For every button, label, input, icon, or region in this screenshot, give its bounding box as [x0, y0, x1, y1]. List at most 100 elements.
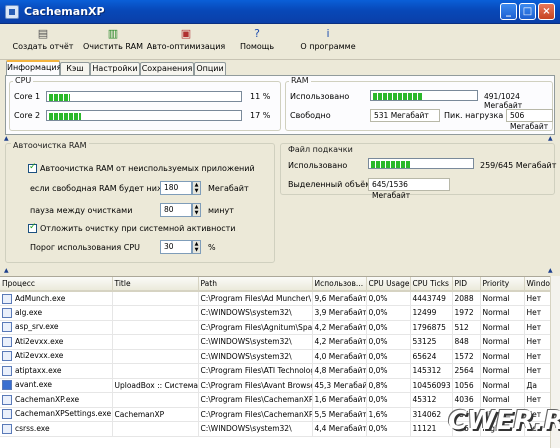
report-icon: ▤: [37, 27, 49, 40]
table-cell: 1972: [452, 305, 481, 321]
delay-checkbox[interactable]: [28, 222, 37, 233]
cpu-threshold-stepper[interactable]: ▲ ▼: [192, 240, 201, 254]
process-name: CachemanXP.exe: [15, 394, 80, 404]
auto-clean-checkbox[interactable]: [28, 162, 37, 173]
table-cell: Normal: [480, 363, 525, 379]
table-row[interactable]: atiptaxx.exe C:\Program Files\ATI Technol…: [0, 363, 550, 379]
ram-free-label: Свободно: [290, 111, 331, 120]
table-cell: [112, 421, 199, 437]
expand-down-icon[interactable]: ▲: [4, 267, 9, 275]
info-icon: i: [326, 27, 330, 40]
table-cell: 1,6%: [366, 407, 411, 422]
column-header[interactable]: Path: [198, 277, 313, 292]
table-cell: 145312: [410, 363, 453, 379]
tab-cache[interactable]: Кэш: [60, 62, 90, 75]
column-header[interactable]: Использов...: [312, 277, 367, 292]
table-cell: C:\WINDOWS\system32\: [198, 421, 313, 437]
auto-optimize-label: Авто-оптимизация: [146, 42, 226, 51]
interval-input[interactable]: 80: [160, 203, 192, 217]
table-cell: [112, 349, 199, 364]
maximize-button[interactable]: □: [519, 3, 536, 20]
threshold-stepper[interactable]: ▲ ▼: [192, 181, 201, 195]
table-header: Процесс Title Path Использов... CPU Usage CPU…: [0, 277, 550, 292]
interval-label: пауза между очистками: [30, 206, 133, 215]
auto-clean-title: Автоочистка RAM: [11, 141, 89, 150]
about-button[interactable]: i О программе: [288, 24, 368, 60]
help-button[interactable]: ? Помощь: [226, 24, 288, 60]
collapse-up-icon[interactable]: ▲: [4, 135, 9, 143]
table-cell: atiptaxx.exe: [0, 363, 113, 379]
column-header[interactable]: Процесс: [0, 277, 113, 292]
table-cell: 3,9 Мегабайт: [312, 305, 367, 321]
process-icon: [2, 336, 12, 347]
table-row[interactable]: alg.exe C:\WINDOWS\system32\ 3,9 Мегабайт 0…: [0, 305, 550, 321]
table-cell: Normal: [480, 305, 525, 321]
cpu-group: [9, 81, 281, 131]
table-cell: C:\Program Files\Ad Muncher\: [198, 291, 313, 306]
process-name: alg.exe: [15, 307, 43, 317]
cpu-threshold-input[interactable]: 30: [160, 240, 192, 254]
table-cell: 0,0%: [366, 392, 411, 408]
table-cell: 0,0%: [366, 320, 411, 335]
ram-peak-label: Пик. нагрузка: [444, 111, 504, 120]
table-cell: CachemanXP.exe: [0, 392, 113, 408]
table-cell: C:\Program Files\Avant Browser: [198, 378, 313, 393]
ram-used-value: 491/1024 Мегабайт: [484, 92, 523, 110]
tab-saves[interactable]: Сохранения: [140, 62, 194, 75]
ram-icon: ▥: [107, 27, 119, 40]
column-header[interactable]: Title: [112, 277, 199, 292]
column-header[interactable]: CPU Ticks: [410, 277, 453, 292]
table-cell: CachemanXPSettings.exe: [0, 407, 113, 422]
table-row[interactable]: avant.exe UploadBox :: Система Б C:\Progra…: [0, 378, 550, 393]
table-cell: Нет: [524, 392, 550, 408]
help-label: Помощь: [239, 42, 275, 51]
expand-down-icon[interactable]: ▲: [548, 267, 553, 275]
ram-group-title: RAM: [289, 76, 311, 85]
table-row[interactable]: CachemanXP.exe C:\Program Files\CachemanX…: [0, 392, 550, 408]
table-row[interactable]: AdMunch.exe C:\Program Files\Ad Muncher\ 9…: [0, 291, 550, 306]
table-cell: 45,3 Мегабайт: [312, 378, 367, 393]
table-row[interactable]: asp_srv.exe C:\Program Files\Agnitum\Spam…: [0, 320, 550, 335]
table-cell: C:\WINDOWS\system32\: [198, 305, 313, 321]
table-cell: 2564: [452, 363, 481, 379]
table-cell: 512: [452, 320, 481, 335]
minimize-button[interactable]: _: [500, 3, 517, 20]
bottom-splitter[interactable]: ▲ ▲: [0, 267, 560, 275]
interval-stepper[interactable]: ▲ ▼: [192, 203, 201, 217]
table-cell: 53125: [410, 334, 453, 350]
core1-label: Core 1: [14, 92, 41, 101]
process-name: atiptaxx.exe: [15, 365, 62, 375]
column-header[interactable]: PID: [452, 277, 481, 292]
core2-fill: [49, 113, 81, 120]
column-header[interactable]: Window: [524, 277, 550, 292]
table-cell: 848: [452, 334, 481, 350]
table-row[interactable]: Ati2evxx.exe C:\WINDOWS\system32\ 4,2 Мега…: [0, 334, 550, 350]
export-report-button[interactable]: ▤ Создать отчёт: [6, 24, 80, 60]
table-cell: 4,2 Мегабайт: [312, 320, 367, 335]
clean-ram-button[interactable]: ▥ Очистить RAM: [80, 24, 146, 60]
column-header[interactable]: CPU Usage: [366, 277, 411, 292]
tab-options[interactable]: Опции: [194, 62, 226, 75]
threshold-input[interactable]: 180: [160, 181, 192, 195]
window-title: CachemanXP: [24, 5, 105, 18]
close-button[interactable]: ×: [538, 3, 555, 20]
table-cell: 12499: [410, 305, 453, 321]
table-cell: Нет: [524, 305, 550, 321]
process-name: csrss.exe: [15, 423, 50, 433]
ram-peak-value: 506 Мегабайт: [506, 109, 553, 131]
table-cell: asp_srv.exe: [0, 320, 113, 335]
core2-progress: [46, 110, 242, 121]
cpu-threshold-unit: %: [208, 243, 216, 252]
table-row[interactable]: Ati2evxx.exe C:\WINDOWS\system32\ 4,0 Мега…: [0, 349, 550, 364]
title-bar[interactable]: CachemanXP _ □ ×: [0, 0, 560, 24]
process-icon: [2, 394, 12, 405]
avant-icon: [2, 380, 12, 391]
collapse-up-icon[interactable]: ▲: [548, 135, 553, 143]
core1-fill: [49, 94, 70, 101]
auto-optimize-button[interactable]: ▣ Авто-оптимизация: [146, 24, 226, 60]
column-header[interactable]: Priority: [480, 277, 525, 292]
table-cell: 314062: [410, 407, 453, 422]
tab-info[interactable]: Информация: [6, 60, 61, 75]
table-cell: 9,6 Мегабайт: [312, 291, 367, 306]
tab-settings[interactable]: Настройки: [90, 62, 140, 75]
